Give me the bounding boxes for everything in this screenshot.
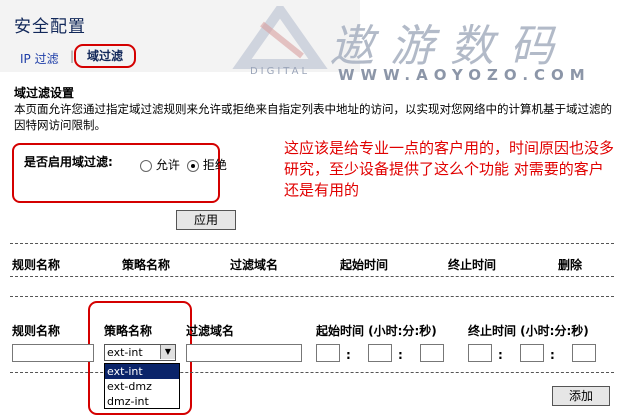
form-label-start-time: 起始时间 (小时:分:秒) [316,324,437,338]
dropdown-option[interactable]: dmz-int [105,394,179,409]
th-rule-name: 规则名称 [12,258,61,272]
start-minute-input[interactable] [368,344,392,362]
start-second-input[interactable] [420,344,444,362]
form-label-end-time: 终止时间 (小时:分:秒) [468,324,589,338]
dropdown-option[interactable]: ext-dmz [105,379,179,394]
colon: : [498,348,503,362]
enable-highlight-box [12,143,220,203]
rule-name-input[interactable] [12,344,94,362]
divider [10,243,614,244]
start-hour-input[interactable] [316,344,340,362]
enable-label: 是否启用域过滤: [24,155,113,169]
th-policy-name: 策略名称 [122,258,171,272]
annotation-note: 这应该是给专业一点的客户用的，时间原因也没多研究，至少设备提供了这么个功能 对需… [284,139,615,199]
th-filter-domain: 过滤域名 [230,258,279,272]
chevron-down-icon[interactable]: ▼ [160,345,175,359]
radio-deny[interactable] [187,159,199,172]
form-label-rule-name: 规则名称 [12,324,61,338]
policy-dropdown-list[interactable]: ext-int ext-dmz dmz-int [104,363,180,409]
end-second-input[interactable] [572,344,596,362]
th-start-time: 起始时间 [340,258,389,272]
radio-deny-option[interactable]: 拒绝 [187,157,227,173]
radio-allow-label: 允许 [155,158,180,172]
radio-allow-option[interactable]: 允许 [140,157,180,173]
radio-allow[interactable] [140,159,152,172]
colon: : [346,348,351,362]
colon: : [550,348,555,362]
apply-button[interactable]: 应用 [176,210,236,230]
divider [10,296,614,297]
th-delete: 删除 [558,258,583,272]
filter-domain-input[interactable] [186,344,302,362]
section-title: 域过滤设置 [14,86,75,100]
form-label-policy-name: 策略名称 [104,324,153,338]
add-button[interactable]: 添加 [552,386,610,406]
brand-watermark: 遨游数码 [330,21,570,72]
tab-domain-filter[interactable]: 域过滤 [74,44,136,68]
th-end-time: 终止时间 [448,258,497,272]
tab-ip-filter[interactable]: IP 过滤 [20,50,59,67]
end-minute-input[interactable] [520,344,544,362]
dropdown-option[interactable]: ext-int [105,364,179,379]
brand-logo-text: DIGITAL [250,66,310,76]
brand-logo-icon: DIGITAL [232,6,328,76]
colon: : [398,348,403,362]
divider [10,372,614,373]
radio-deny-label: 拒绝 [202,158,227,172]
brand-url: WWW.AOYOZO.COM [338,66,591,84]
page-title: 安全配置 [14,17,86,37]
section-description: 本页面允许您通过指定域过滤规则来允许或拒绝来自指定列表中地址的访问，以实现对您网… [14,102,612,132]
form-label-filter-domain: 过滤域名 [186,324,235,338]
end-hour-input[interactable] [468,344,492,362]
divider [10,276,614,277]
